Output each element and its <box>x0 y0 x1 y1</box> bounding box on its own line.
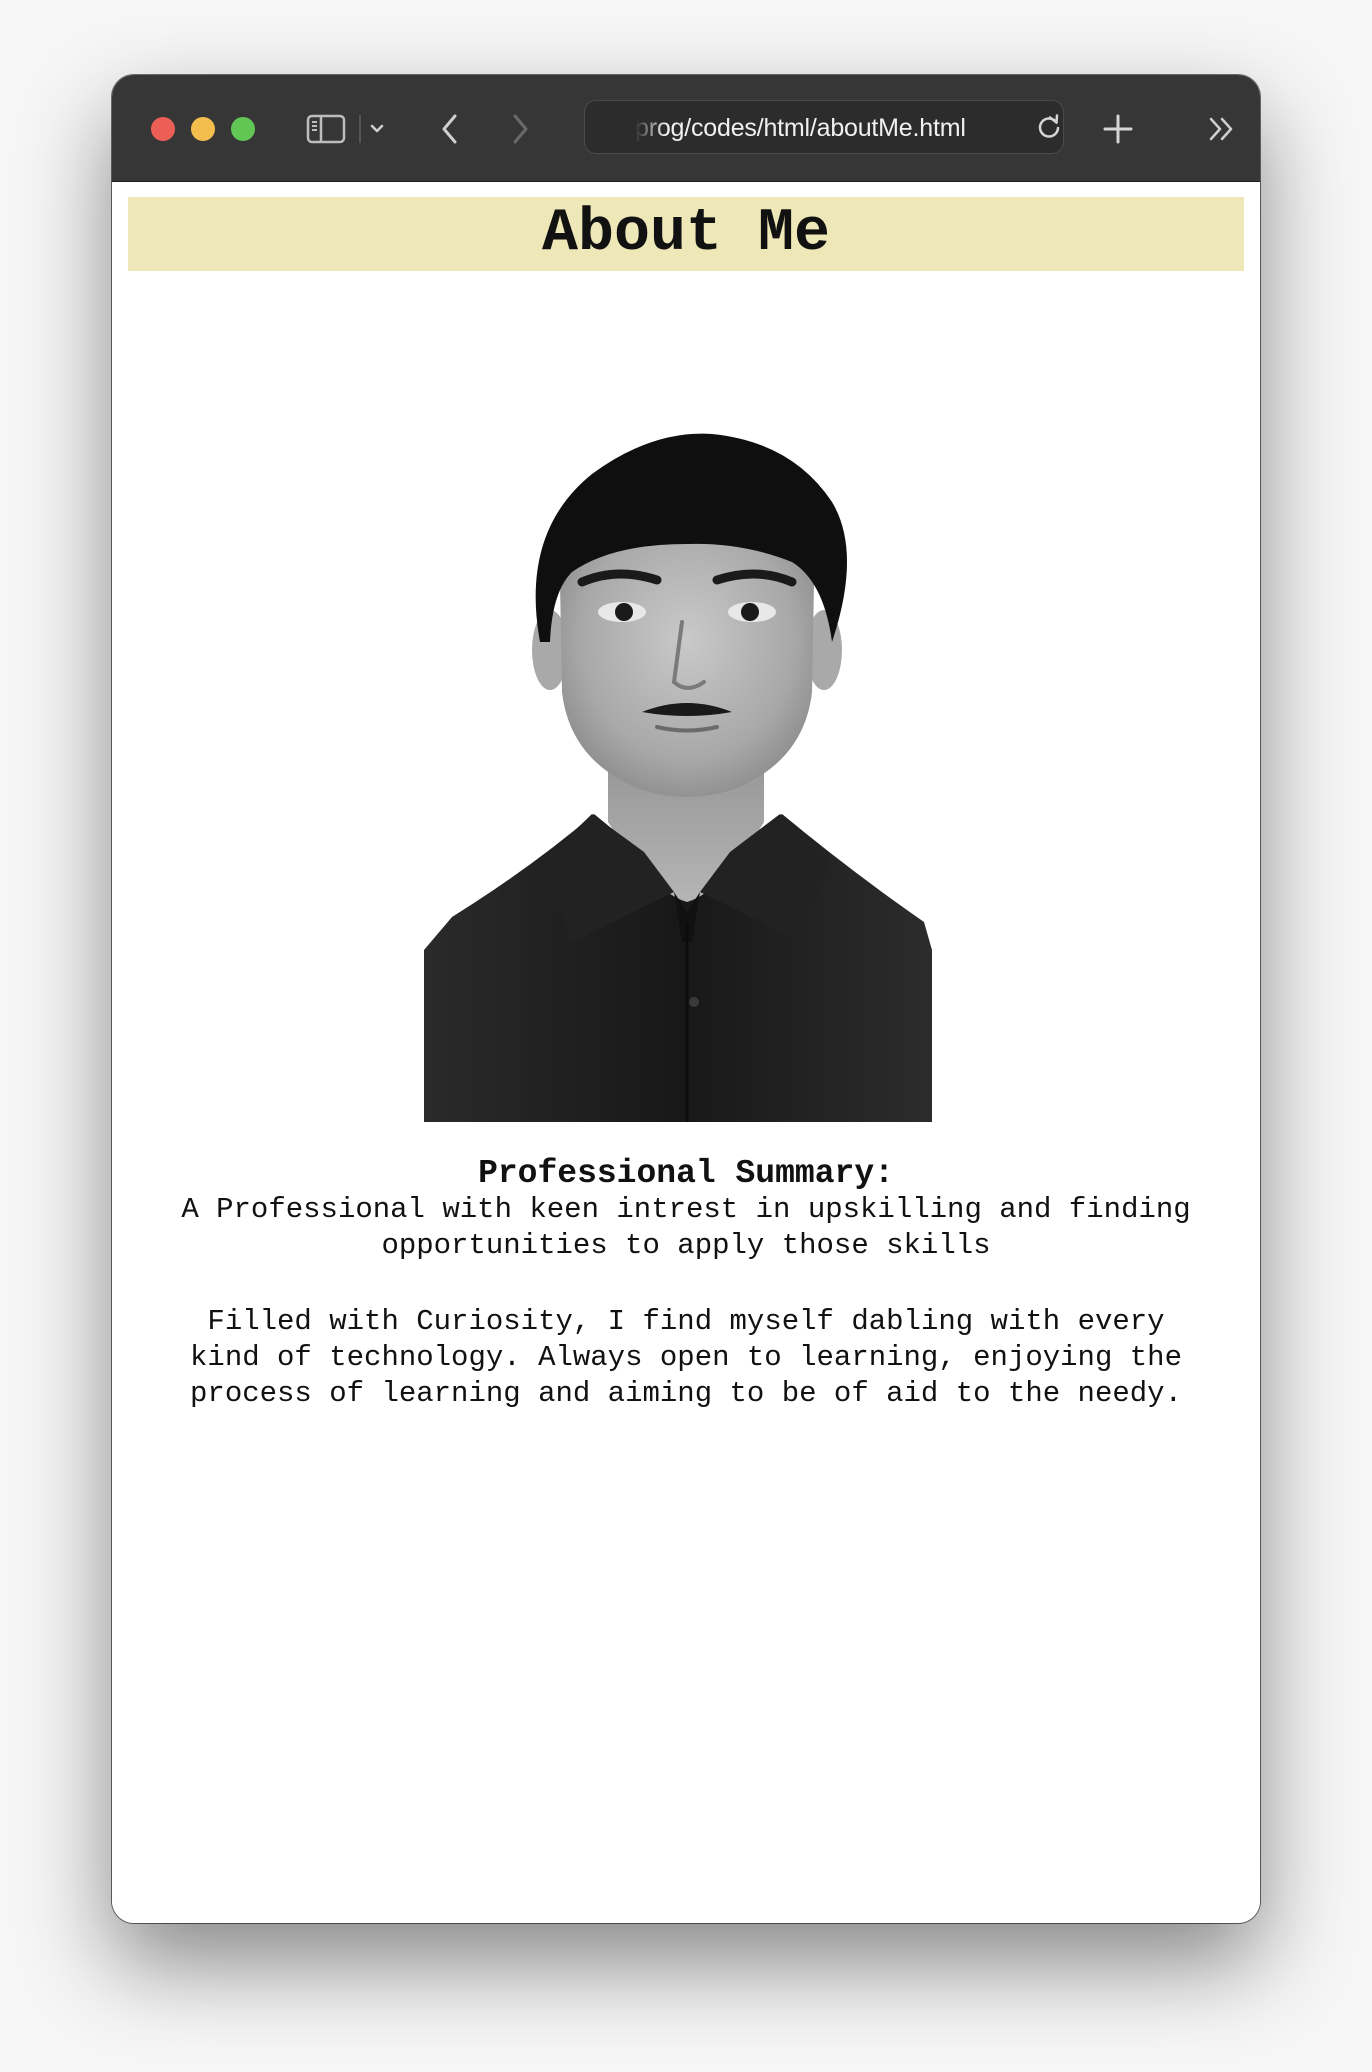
page-content: About Me Professional Summary: A Profess… <box>112 182 1260 1923</box>
portrait-photo <box>424 433 932 1122</box>
chevron-right-icon <box>513 114 528 144</box>
maximize-window-button[interactable] <box>231 117 255 141</box>
forward-button[interactable] <box>500 105 540 153</box>
double-chevron-right-icon <box>1209 117 1233 141</box>
bio-text: Filled with Curiosity, I find myself dab… <box>190 1305 1182 1410</box>
summary-text: A Professional with keen intrest in upsk… <box>181 1193 1191 1262</box>
more-toolbar-items-button[interactable] <box>1202 105 1242 153</box>
browser-toolbar: prog/codes/html/aboutMe.html <box>112 75 1260 182</box>
chevron-left-icon <box>442 114 457 144</box>
toolbar-divider <box>359 115 361 143</box>
new-tab-button[interactable] <box>1098 105 1138 153</box>
chevron-down-icon <box>370 124 384 133</box>
close-window-button[interactable] <box>151 117 175 141</box>
reload-icon <box>1038 114 1060 138</box>
address-bar[interactable]: prog/codes/html/aboutMe.html <box>584 100 1064 154</box>
page-heading: About Me <box>128 197 1244 271</box>
sidebar-icon <box>306 114 346 144</box>
sidebar-menu-button[interactable] <box>364 105 390 153</box>
reload-button[interactable] <box>1035 113 1063 141</box>
back-button[interactable] <box>430 105 470 153</box>
url-text: prog/codes/html/aboutMe.html <box>635 114 966 142</box>
minimize-window-button[interactable] <box>191 117 215 141</box>
browser-window: prog/codes/html/aboutMe.html About Me Pr… <box>112 75 1260 1923</box>
sidebar-toggle-button[interactable] <box>302 105 350 153</box>
plus-icon <box>1103 114 1133 144</box>
summary-title: Professional Summary: <box>478 1155 894 1192</box>
